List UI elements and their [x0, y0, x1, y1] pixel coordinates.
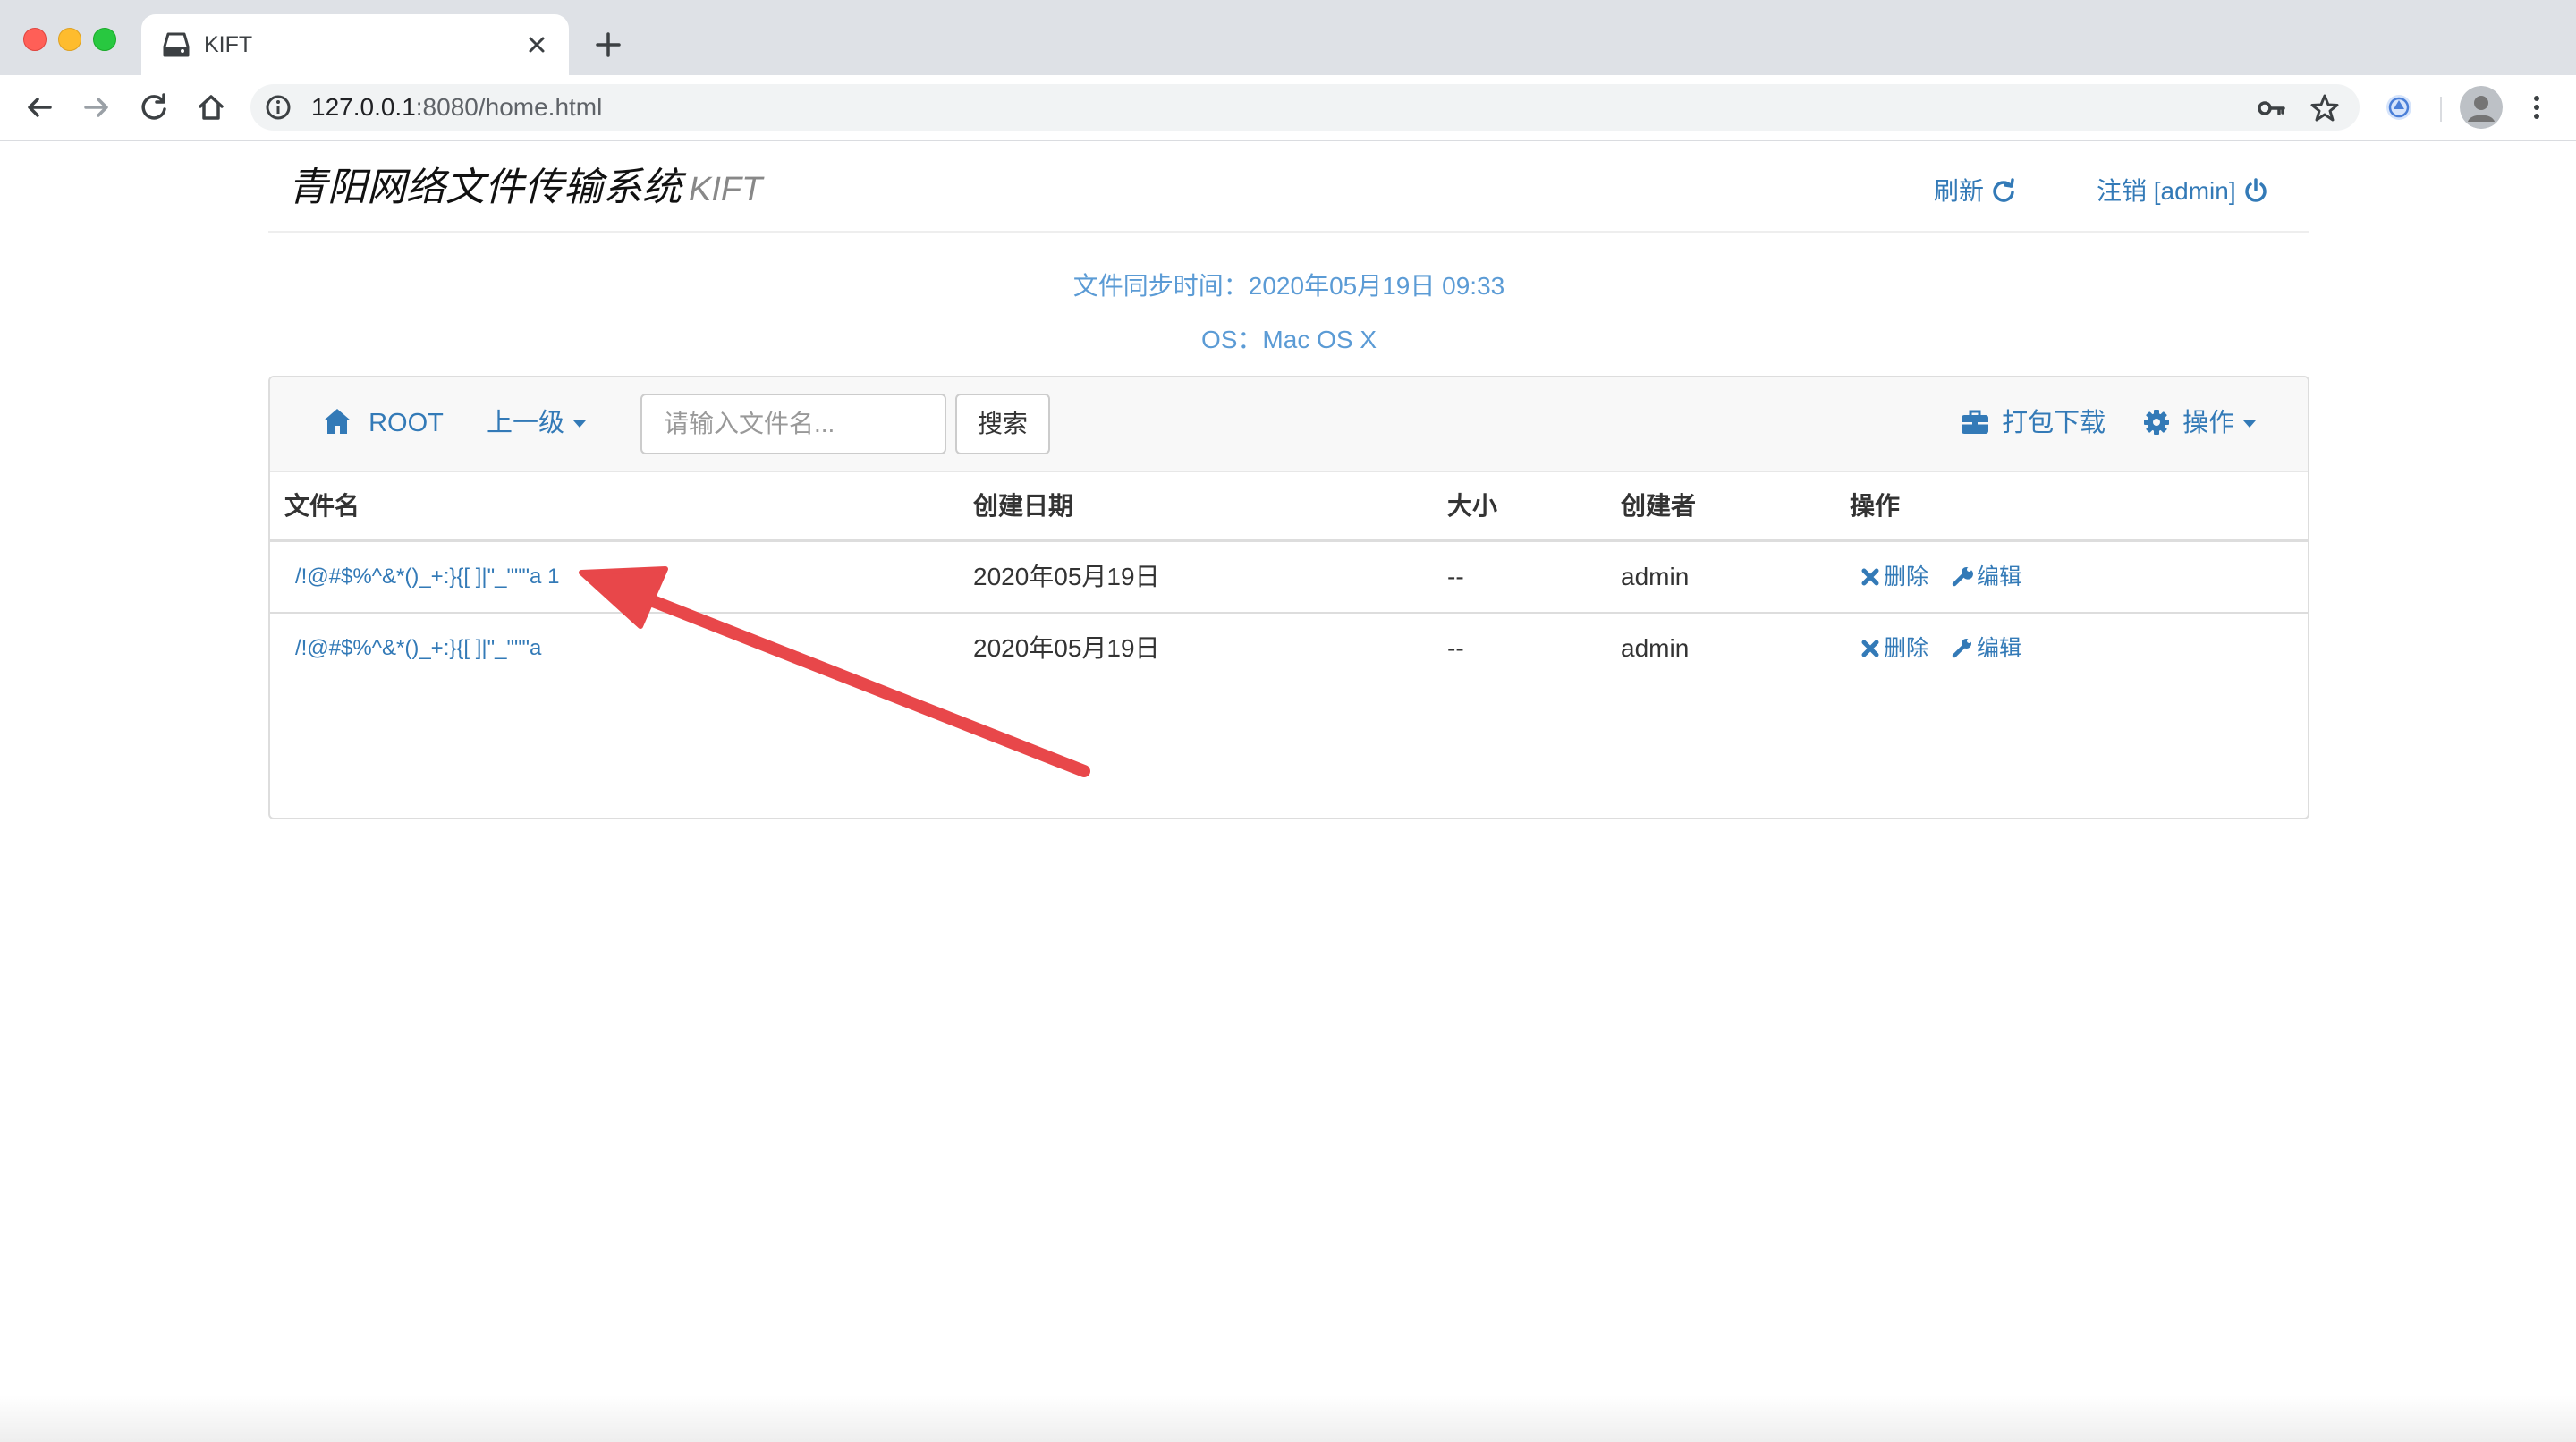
wrench-icon: [1952, 567, 1973, 587]
toolbar-separator: [2440, 97, 2442, 122]
file-creator: admin: [1621, 634, 1690, 662]
browser-window: KIFT 127.0.0.1:8080/home.html 青阳网络文件传输系统…: [0, 0, 2576, 1442]
tab-strip: KIFT: [0, 0, 2576, 75]
drive-icon: [163, 32, 190, 57]
bookmark-star-icon[interactable]: [2309, 93, 2340, 123]
table-row: /!@#$%^&*()_+:}{[ ]|"_"""a 2020年05月19日 -…: [270, 614, 2308, 683]
chevron-down-icon: [573, 420, 587, 428]
url-text[interactable]: 127.0.0.1:8080/home.html: [311, 91, 602, 123]
pack-download-button[interactable]: 打包下载: [1961, 404, 2106, 442]
os-text: OS：Mac OS X: [1200, 326, 1377, 353]
root-label: ROOT: [369, 409, 444, 437]
new-tab-icon[interactable]: [590, 27, 626, 63]
edit-label: 编辑: [1977, 636, 2022, 661]
header-actions: 操作: [1850, 492, 1901, 520]
page-header: 青阳网络文件传输系统 KIFT 刷新 注销 [admin]: [268, 141, 2309, 233]
remove-icon: [1861, 640, 1879, 657]
file-size: --: [1447, 563, 1464, 590]
briefcase-icon: [1962, 410, 1988, 434]
edit-label: 编辑: [1977, 564, 2022, 590]
back-icon[interactable]: [21, 89, 57, 125]
pack-download-label: 打包下载: [2002, 409, 2106, 437]
window-bottom-shadow: [0, 1395, 2576, 1442]
operations-label: 操作: [2182, 409, 2235, 437]
edit-button[interactable]: 编辑: [1952, 631, 2021, 666]
minimize-window-button[interactable]: [58, 28, 81, 51]
tab-title: KIFT: [204, 32, 253, 57]
parent-dir-dropdown[interactable]: 上一级: [487, 404, 587, 442]
edit-button[interactable]: 编辑: [1952, 559, 2021, 595]
parent-dir-label: 上一级: [487, 409, 565, 437]
home-icon: [324, 409, 351, 434]
header-date[interactable]: 创建日期: [973, 488, 1073, 524]
url-host: 127.0.0.1: [311, 93, 416, 121]
sync-time-text: 文件同步时间：2020年05月19日 09:33: [1072, 272, 1505, 300]
brand-title: 青阳网络文件传输系统 KIFT: [288, 161, 762, 216]
browser-tab[interactable]: KIFT: [141, 14, 569, 75]
close-window-button[interactable]: [23, 28, 47, 51]
more-menu-icon[interactable]: [2519, 89, 2555, 125]
logout-button[interactable]: 注销 [admin]: [2097, 174, 2268, 209]
url-path: :8080/home.html: [415, 93, 603, 121]
chevron-down-icon: [2243, 420, 2257, 428]
forward-icon[interactable]: [79, 89, 114, 125]
table-row: /!@#$%^&*()_+:}{[ ]|"_"""a 1 2020年05月19日…: [270, 542, 2308, 614]
zoom-window-button[interactable]: [93, 28, 116, 51]
browser-toolbar: 127.0.0.1:8080/home.html: [0, 75, 2576, 141]
file-name-link[interactable]: /!@#$%^&*()_+:}{[ ]|"_"""a 1: [295, 559, 559, 595]
table-header: 文件名 创建日期 大小 创建者 操作: [270, 472, 2308, 542]
file-date: 2020年05月19日: [973, 563, 1160, 590]
header-size[interactable]: 大小: [1447, 488, 1497, 524]
extension-icon[interactable]: [2381, 89, 2417, 125]
brand-subtitle: KIFT: [689, 171, 763, 208]
file-panel: ROOT 上一级 搜索 打包下载: [268, 376, 2309, 819]
root-button[interactable]: ROOT: [322, 404, 444, 442]
search-input[interactable]: [640, 394, 946, 454]
gear-icon: [2144, 410, 2169, 435]
operations-dropdown[interactable]: 操作: [2143, 404, 2257, 442]
file-date: 2020年05月19日: [973, 634, 1160, 662]
delete-button[interactable]: 删除: [1860, 559, 1928, 595]
power-icon: [2244, 178, 2267, 202]
delete-label: 删除: [1884, 636, 1929, 661]
delete-button[interactable]: 删除: [1860, 631, 1928, 666]
logout-label: 注销 [admin]: [2097, 177, 2236, 205]
address-bar[interactable]: 127.0.0.1:8080/home.html: [250, 84, 2360, 131]
refresh-icon: [1993, 178, 2014, 202]
key-icon[interactable]: [2256, 93, 2286, 123]
remove-icon: [1861, 568, 1879, 586]
site-info-icon[interactable]: [265, 94, 292, 121]
refresh-label: 刷新: [1934, 177, 1985, 205]
header-filename[interactable]: 文件名: [284, 488, 360, 524]
brand-name: 青阳网络文件传输系统: [288, 165, 682, 209]
reload-icon[interactable]: [136, 89, 172, 125]
profile-avatar[interactable]: [2460, 86, 2503, 129]
delete-label: 删除: [1884, 564, 1929, 590]
file-creator: admin: [1621, 563, 1690, 590]
page-content: 青阳网络文件传输系统 KIFT 刷新 注销 [admin] 文件同步时间：2020…: [0, 141, 2576, 1442]
wrench-icon: [1952, 639, 1971, 658]
file-toolbar: ROOT 上一级 搜索 打包下载: [270, 377, 2308, 472]
tab-close-icon[interactable]: [521, 29, 553, 61]
file-name-link[interactable]: /!@#$%^&*()_+:}{[ ]|"_"""a: [295, 631, 541, 666]
home-nav-icon[interactable]: [193, 89, 229, 125]
header-creator[interactable]: 创建者: [1621, 488, 1696, 524]
search-button[interactable]: 搜索: [955, 394, 1050, 454]
refresh-button[interactable]: 刷新: [1934, 174, 2016, 209]
file-size: --: [1447, 634, 1464, 662]
